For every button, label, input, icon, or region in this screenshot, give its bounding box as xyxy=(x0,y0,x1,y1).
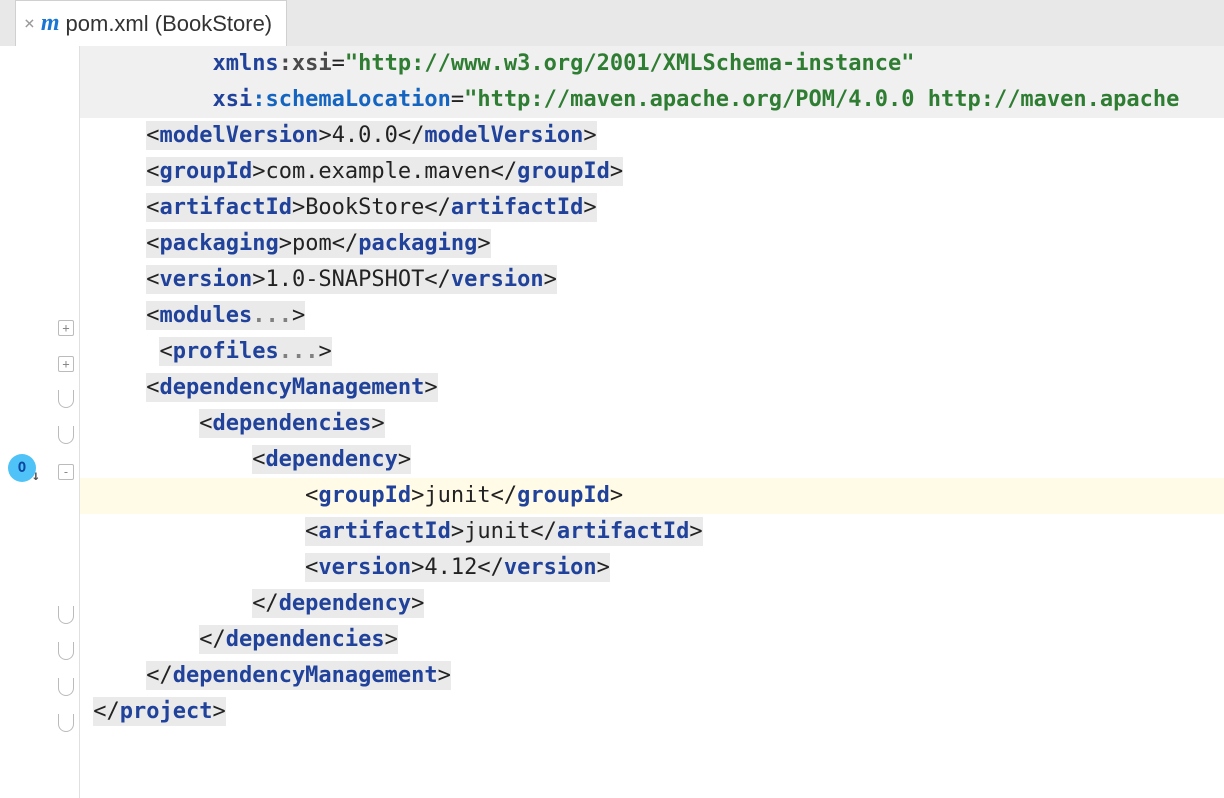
code-line: </dependency> xyxy=(80,586,1224,622)
fold-collapse-icon[interactable] xyxy=(58,426,74,444)
code-line-highlighted: <groupId>junit</groupId> xyxy=(80,478,1224,514)
inspection-icon[interactable]: O↓ xyxy=(8,454,36,482)
fold-expand-icon[interactable]: + xyxy=(58,356,74,372)
code-line: <modules...> xyxy=(80,298,1224,334)
code-line: <dependency> xyxy=(80,442,1224,478)
fold-collapse-icon[interactable]: - xyxy=(58,464,74,480)
code-line: </dependencies> xyxy=(80,622,1224,658)
code-line: <profiles...> xyxy=(80,334,1224,370)
code-line: </dependencyManagement> xyxy=(80,658,1224,694)
code-line: <dependencies> xyxy=(80,406,1224,442)
code-line: xmlns:xsi="http://www.w3.org/2001/XMLSch… xyxy=(80,46,1224,82)
code-line: <dependencyManagement> xyxy=(80,370,1224,406)
fold-end-icon[interactable] xyxy=(58,714,74,732)
code-line: <artifactId>junit</artifactId> xyxy=(80,514,1224,550)
editor-tab[interactable]: × m pom.xml (BookStore) xyxy=(15,0,287,46)
fold-end-icon[interactable] xyxy=(58,678,74,696)
code-editor[interactable]: xmlns:xsi="http://www.w3.org/2001/XMLSch… xyxy=(80,46,1224,798)
maven-file-icon: m xyxy=(41,10,60,37)
fold-collapse-icon[interactable] xyxy=(58,390,74,408)
fold-expand-icon[interactable]: + xyxy=(58,320,74,336)
code-line: <packaging>pom</packaging> xyxy=(80,226,1224,262)
code-line: <version>1.0-SNAPSHOT</version> xyxy=(80,262,1224,298)
code-line: <modelVersion>4.0.0</modelVersion> xyxy=(80,118,1224,154)
code-line: xsi:schemaLocation="http://maven.apache.… xyxy=(80,82,1224,118)
fold-end-icon[interactable] xyxy=(58,606,74,624)
code-line: </project> xyxy=(80,694,1224,730)
fold-end-icon[interactable] xyxy=(58,642,74,660)
tab-title: pom.xml (BookStore) xyxy=(66,11,273,37)
code-line: <artifactId>BookStore</artifactId> xyxy=(80,190,1224,226)
code-line: <groupId>com.example.maven</groupId> xyxy=(80,154,1224,190)
close-tab-icon[interactable]: × xyxy=(24,13,35,34)
editor-gutter: + + - O↓ xyxy=(0,46,80,798)
code-line: <version>4.12</version> xyxy=(80,550,1224,586)
